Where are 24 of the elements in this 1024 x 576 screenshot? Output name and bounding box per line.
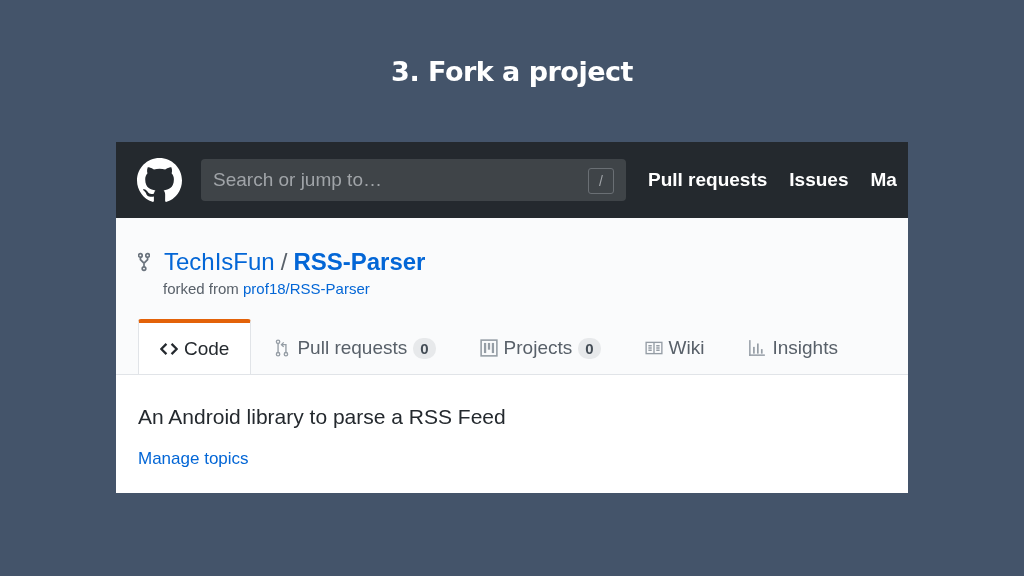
source-repo-link[interactable]: prof18/RSS-Parser [243,280,370,297]
tab[interactable]: Wiki [622,319,727,375]
slide-title: 3. Fork a project [391,56,633,89]
board-icon [479,339,498,357]
nav-link[interactable]: Pull requests [648,169,768,191]
bar-chart-icon [748,339,767,357]
count-badge: 0 [413,337,436,359]
shortcut-key: / [588,168,614,194]
nav-link[interactable]: Issues [789,169,849,191]
manage-topics-link[interactable]: Manage topics [138,449,249,469]
book-icon [644,339,663,357]
count-badge: 0 [578,337,601,359]
octocat-logo-icon[interactable] [137,157,182,203]
repo-name-link[interactable]: RSS-Parser [293,248,426,276]
path-separator: / [280,248,288,276]
forked-from-text: forked from [163,280,239,297]
tab[interactable]: Pull requests 0 [251,319,458,375]
repo-description: An Android library to parse a RSS Feed [138,405,507,429]
tab[interactable]: Insights [726,319,860,375]
nav-link[interactable]: Ma [870,169,897,191]
owner-link[interactable]: TechIsFun [164,248,275,276]
tab[interactable]: Projects 0 [457,319,623,375]
tab[interactable]: Code [138,319,252,375]
fork-icon [138,252,150,272]
